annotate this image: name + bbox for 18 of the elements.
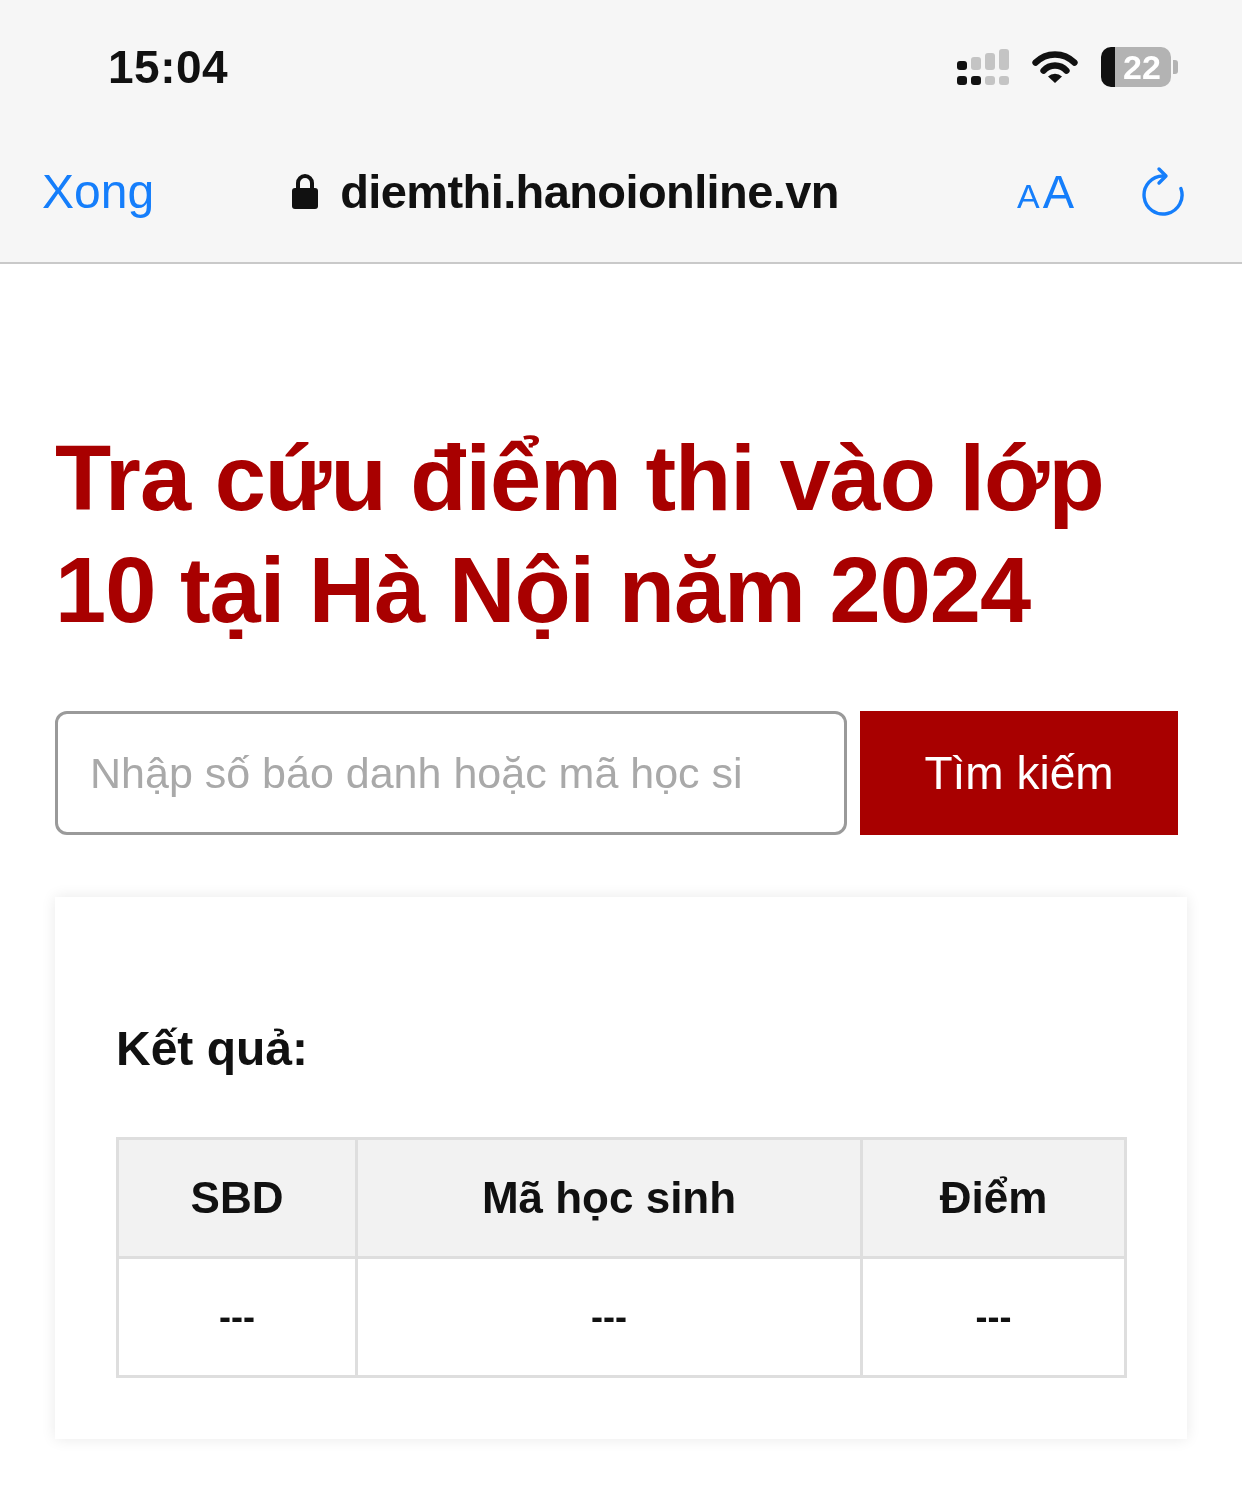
column-header: SBD xyxy=(117,1138,357,1258)
column-header: Mã học sinh xyxy=(356,1138,862,1258)
results-heading: Kết quả: xyxy=(116,1021,308,1077)
done-button[interactable]: Xong xyxy=(42,163,155,219)
text-size-button[interactable]: AA xyxy=(1016,163,1074,219)
status-time: 15:04 xyxy=(108,40,229,94)
address-text[interactable]: diemthi.hanoionline.vn xyxy=(340,163,839,219)
reload-icon[interactable] xyxy=(1140,166,1186,216)
table-cell: --- xyxy=(356,1257,862,1377)
search-field[interactable]: Nhập số báo danh hoặc mã học si xyxy=(55,711,847,835)
signal-icon xyxy=(957,49,1009,85)
table-cell: --- xyxy=(861,1257,1126,1377)
search-button[interactable]: Tìm kiếm xyxy=(860,711,1178,835)
wifi-icon xyxy=(1031,50,1079,84)
page-title: Tra cứu điểm thi vào lớp 10 tại Hà Nội năm 2024 xyxy=(55,426,1105,643)
battery-indicator: 22 xyxy=(1101,47,1178,87)
table-cell: --- xyxy=(117,1257,357,1377)
column-header: Điểm xyxy=(861,1138,1126,1258)
